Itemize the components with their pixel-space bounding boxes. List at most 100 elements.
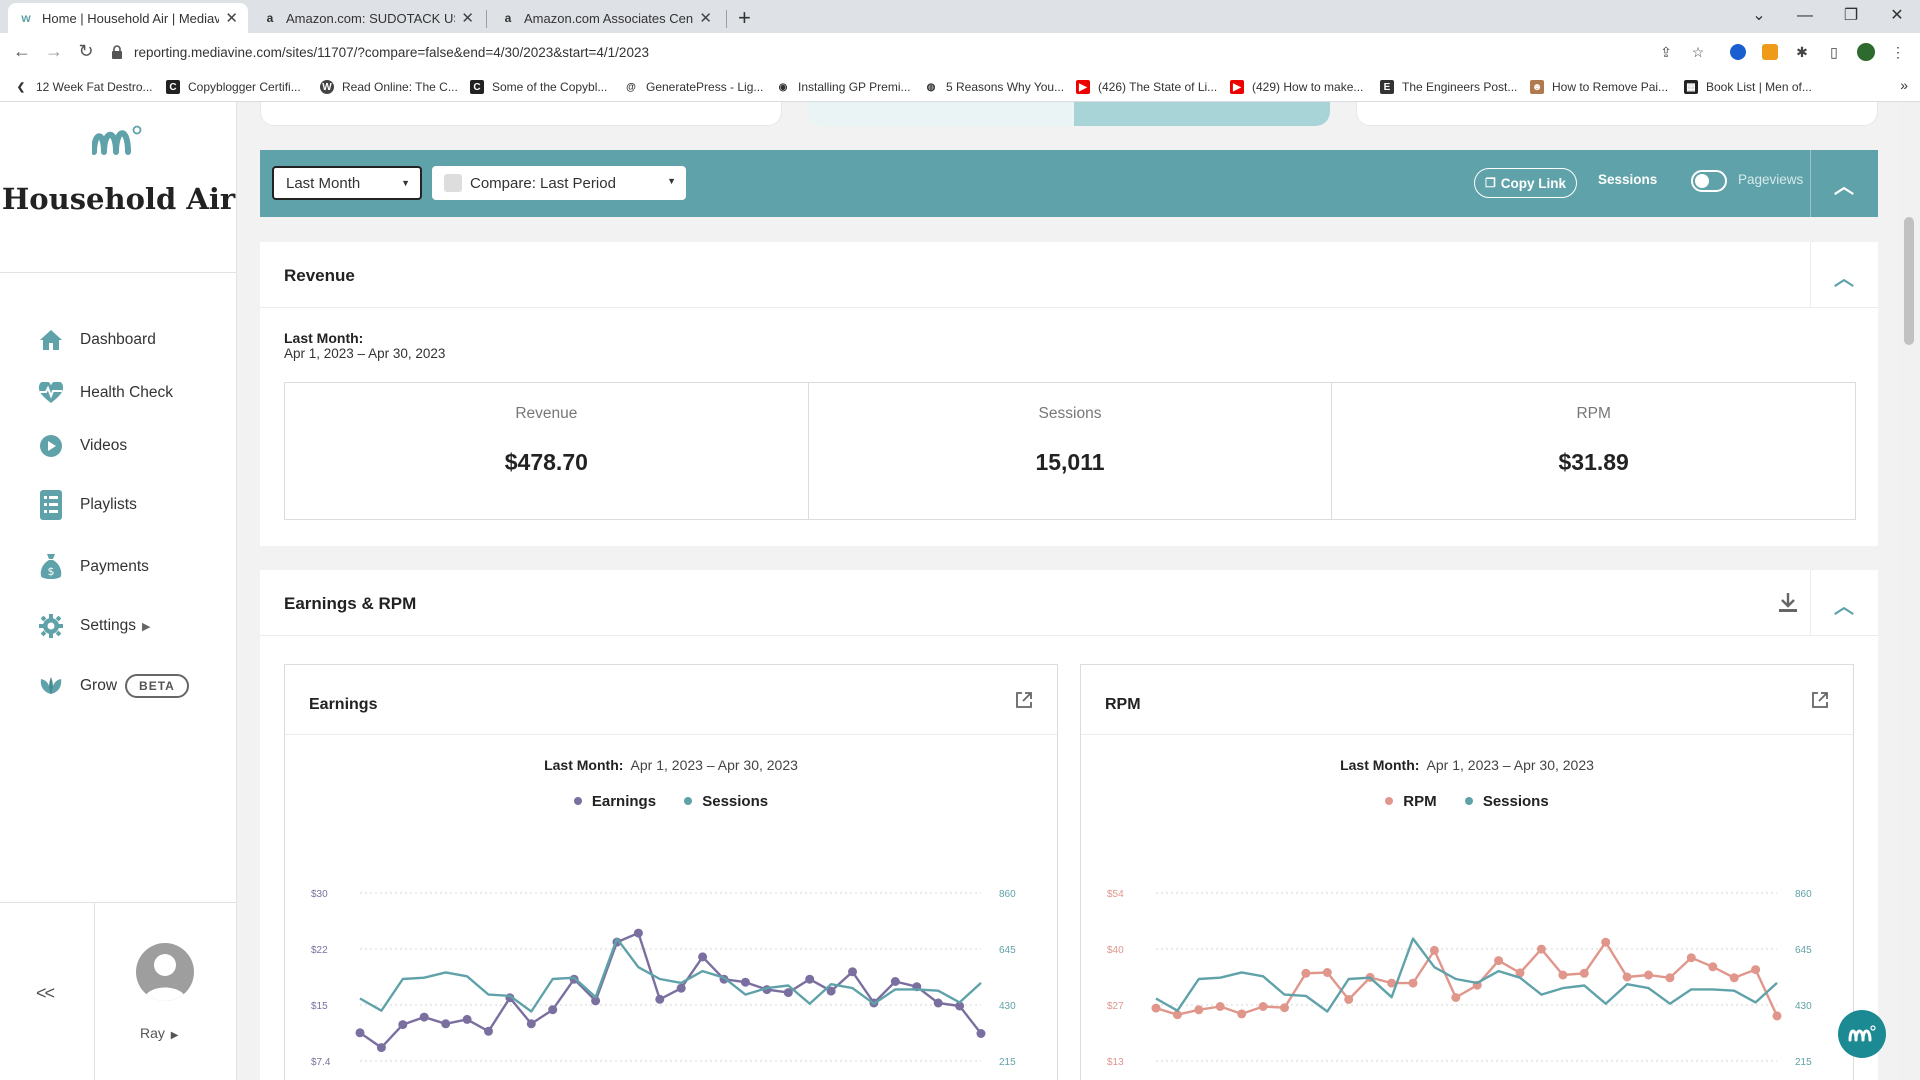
beta-badge: BETA	[125, 674, 189, 698]
collapse-earnings-icon[interactable]: ︿	[1834, 590, 1854, 619]
bookmark-item[interactable]: @ GeneratePress - Lig...	[624, 77, 763, 97]
sidebar-item-playlists[interactable]: Playlists	[38, 489, 137, 521]
bookmark-item[interactable]: ☻ How to Remove Pai...	[1530, 77, 1668, 97]
home-icon	[38, 327, 64, 353]
sidebar-item-health-check[interactable]: Health Check	[38, 377, 173, 409]
extension-rss-icon[interactable]	[1760, 42, 1780, 62]
tab-title: Amazon.com Associates Central	[524, 10, 694, 26]
tab-search-icon[interactable]: ⌄	[1736, 2, 1782, 30]
collapse-revenue-icon[interactable]: ︿	[1834, 262, 1854, 291]
filter-bar: Last Month ▼ Compare: Last Period ▼ ❐ Co…	[260, 150, 1878, 217]
back-icon[interactable]: ←	[10, 41, 34, 62]
bookmark-item[interactable]: C Some of the Copybl...	[470, 77, 607, 97]
divider	[0, 272, 237, 273]
close-tab-icon[interactable]: ✕	[699, 9, 712, 27]
copy-link-button[interactable]: ❐ Copy Link	[1474, 168, 1578, 198]
sidebar-item-videos[interactable]: Videos	[38, 430, 127, 462]
extension-blue-icon[interactable]	[1728, 42, 1748, 62]
period-select[interactable]: Last Month ▼	[272, 166, 422, 200]
bookmark-item[interactable]: ❮ 12 Week Fat Destro...	[14, 77, 153, 97]
close-tab-icon[interactable]: ✕	[225, 9, 238, 27]
close-tab-icon[interactable]: ✕	[461, 9, 474, 27]
url-field[interactable]: reporting.mediavine.com/sites/11707/?com…	[110, 37, 1690, 67]
compare-checkbox[interactable]	[444, 174, 462, 192]
caret-right-icon: ▶	[170, 1030, 179, 1041]
y-tick-label-right: 215	[1795, 1057, 1812, 1068]
data-point-rpm	[1280, 1003, 1289, 1013]
browser-tab-amazon-associates[interactable]: a Amazon.com Associates Central ✕	[490, 3, 722, 33]
legend-label: Earnings	[591, 793, 657, 810]
legend-item-sessions[interactable]: Sessions	[684, 793, 768, 810]
bookmark-item[interactable]: W Read Online: The C...	[320, 77, 458, 97]
more-bookmarks-icon[interactable]: »	[1900, 77, 1908, 93]
bookmark-item[interactable]: C Copyblogger Certifi...	[166, 77, 301, 97]
bookmark-label: Installing GP Premi...	[798, 80, 911, 94]
revenue-card-header: Revenue ︿	[260, 242, 1878, 308]
minimize-icon[interactable]: —	[1782, 2, 1828, 30]
sessions-pageviews-toggle[interactable]	[1691, 170, 1727, 192]
avatar[interactable]	[136, 943, 194, 1001]
period-label: Last Month:	[284, 330, 364, 346]
compare-select[interactable]: Compare: Last Period ▼	[432, 166, 686, 200]
legend-item-earnings[interactable]: Earnings	[573, 793, 657, 810]
bookmark-item[interactable]: ▶ (426) The State of Li...	[1076, 77, 1217, 97]
data-point-earnings	[933, 998, 943, 1008]
gauge-fill	[1074, 102, 1330, 126]
user-menu[interactable]: Ray ▶	[140, 1025, 179, 1041]
bookmark-item[interactable]: ◍ 5 Reasons Why You...	[924, 77, 1064, 97]
legend-item-rpm[interactable]: RPM	[1385, 793, 1437, 810]
sidebar-item-settings[interactable]: Settings ▶	[38, 610, 150, 642]
new-tab-button[interactable]: +	[738, 5, 751, 31]
youtube-icon: ▶	[1076, 80, 1090, 94]
legend-item-sessions[interactable]: Sessions	[1464, 793, 1549, 810]
y-tick-label-right: 645	[999, 945, 1016, 956]
sidebar-item-grow[interactable]: Grow BETA	[38, 670, 189, 702]
sidebar-item-label: Dashboard	[80, 331, 156, 348]
sidebar-item-payments[interactable]: $ Payments	[38, 551, 149, 583]
chart-period-label: Last Month:	[1340, 757, 1420, 773]
earnings-chart-title: Earnings	[309, 696, 378, 713]
help-chat-button[interactable]	[1838, 1010, 1886, 1058]
side-panel-icon[interactable]: ▯	[1824, 42, 1844, 62]
scrollbar-thumb[interactable]	[1904, 217, 1914, 345]
bookmark-item[interactable]: E The Engineers Post...	[1380, 77, 1517, 97]
reload-icon[interactable]: ↻	[74, 41, 98, 62]
collapse-sidebar-button[interactable]: <<	[36, 983, 55, 1004]
chart-period: Last Month: Apr 1, 2023 – Apr 30, 2023	[1081, 757, 1853, 773]
data-point-earnings	[676, 983, 686, 993]
tab-separator	[726, 10, 727, 28]
y-tick-label-right: 430	[999, 1001, 1016, 1012]
share-icon[interactable]: ⇪	[1656, 42, 1676, 62]
data-point-rpm	[1429, 945, 1439, 955]
browser-menu-icon[interactable]: ⋮	[1888, 42, 1908, 62]
bookmark-item[interactable]: ◉ Installing GP Premi...	[776, 77, 911, 97]
wordpress-icon: W	[320, 80, 334, 94]
chart-period-range: Apr 1, 2023 – Apr 30, 2023	[630, 757, 798, 773]
divider	[1810, 150, 1811, 217]
browser-tab-mediavine[interactable]: w Home | Household Air | Mediavine ✕	[8, 3, 248, 33]
open-external-icon[interactable]	[1015, 691, 1033, 709]
extensions-puzzle-icon[interactable]: ✱	[1792, 42, 1812, 62]
star-icon[interactable]: ☆	[1688, 42, 1708, 62]
bookmark-item[interactable]: ▦ Book List | Men of...	[1684, 77, 1812, 97]
profile-avatar-icon[interactable]	[1856, 42, 1876, 62]
forward-icon[interactable]: →	[42, 41, 66, 62]
download-icon[interactable]	[1778, 592, 1798, 614]
sidebar-item-label: Videos	[80, 437, 128, 454]
bookmark-item[interactable]: ▶ (429) How to make...	[1230, 77, 1363, 97]
toggle-label-sessions: Sessions	[1598, 172, 1658, 187]
amazon-icon: a	[266, 11, 274, 25]
user-name: Ray	[140, 1025, 165, 1041]
browser-tab-amazon-product[interactable]: a Amazon.com: SUDOTACK USB St ✕	[252, 3, 484, 33]
earnings-rpm-header: Earnings & RPM ︿	[260, 570, 1878, 636]
restore-icon[interactable]: ❐	[1828, 2, 1874, 30]
open-external-icon[interactable]	[1811, 691, 1829, 709]
sidebar-item-dashboard[interactable]: Dashboard	[38, 324, 156, 356]
y-tick-label-left: $15	[311, 1001, 328, 1012]
collapse-filter-icon[interactable]: ︿	[1834, 170, 1854, 199]
divider	[1810, 570, 1811, 636]
data-point-earnings	[698, 952, 708, 962]
close-window-icon[interactable]: ✕	[1874, 2, 1920, 30]
page-scrollbar[interactable]	[1898, 102, 1920, 1080]
svg-text:$: $	[48, 565, 55, 578]
